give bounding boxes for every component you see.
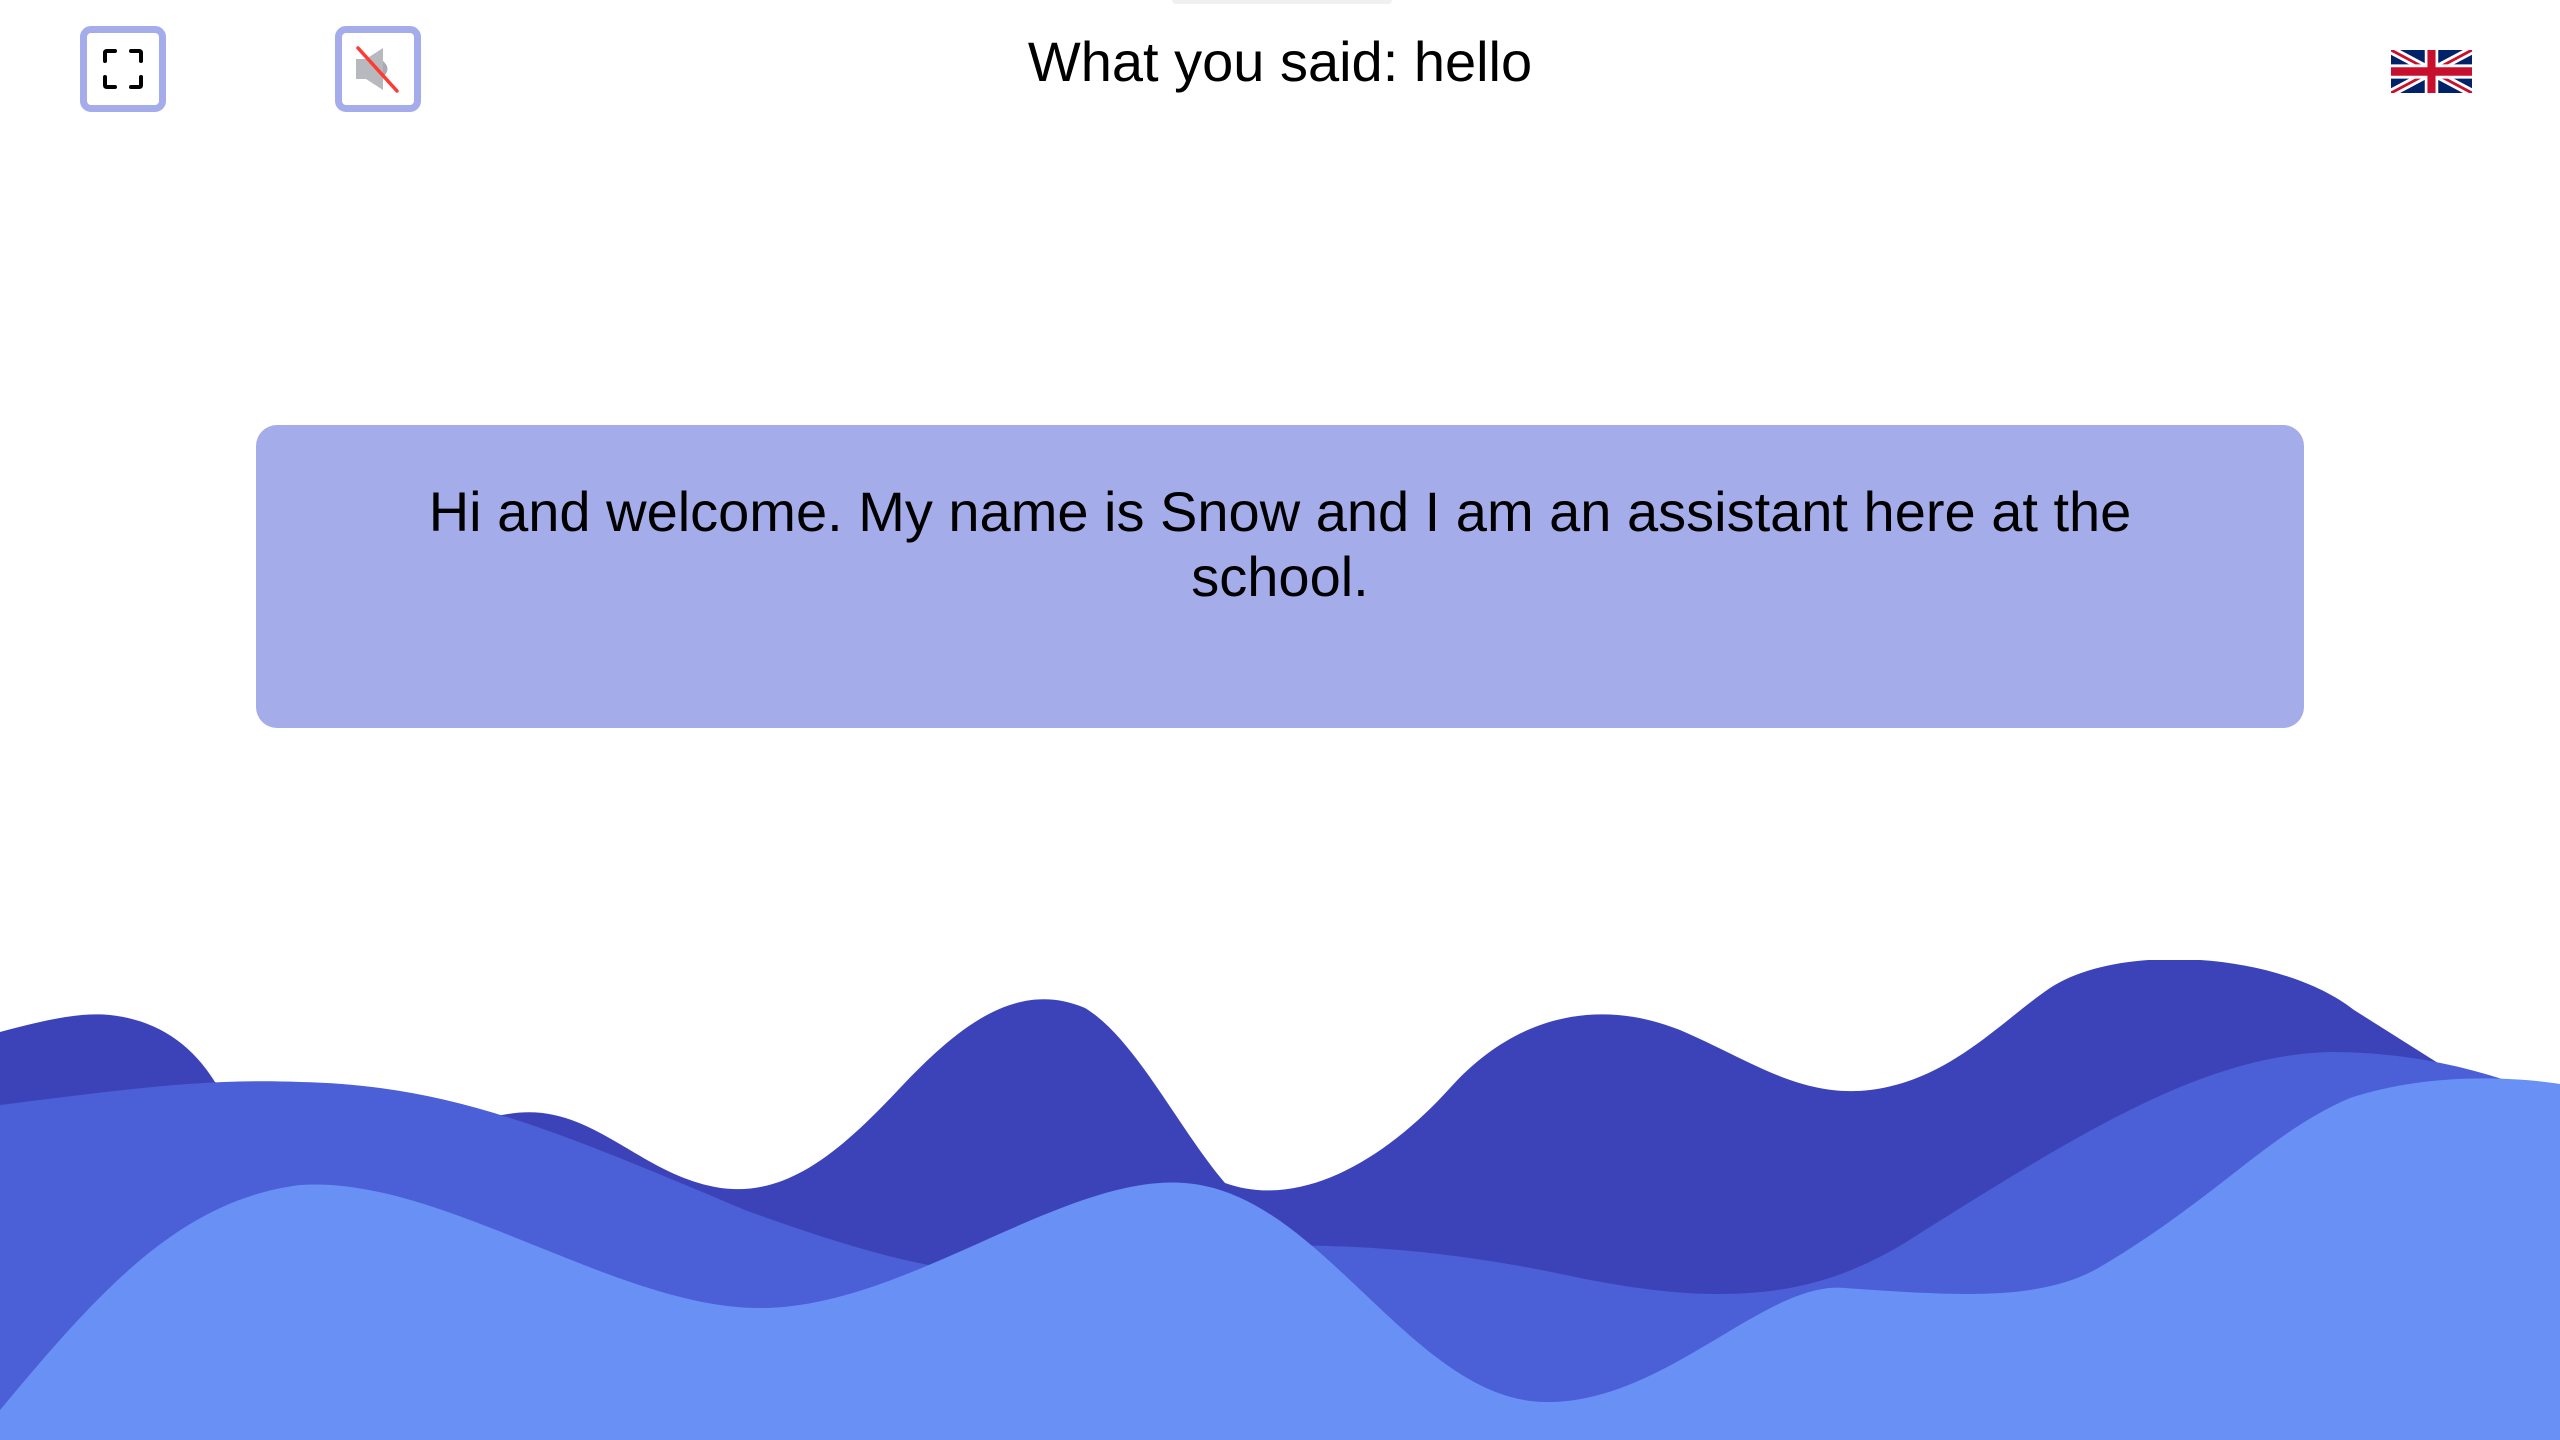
voice-assistant-screen: What you said: hello Hi and welcome. My … — [0, 0, 2560, 1440]
speech-transcript: What you said: hello — [1027, 30, 1533, 93]
assistant-message-panel: Hi and welcome. My name is Snow and I am… — [256, 425, 2304, 728]
top-pull-indicator — [1172, 0, 1392, 4]
decorative-waves — [0, 960, 2560, 1440]
assistant-message-text: Hi and welcome. My name is Snow and I am… — [428, 480, 2132, 608]
uk-flag-icon[interactable] — [2391, 50, 2472, 93]
